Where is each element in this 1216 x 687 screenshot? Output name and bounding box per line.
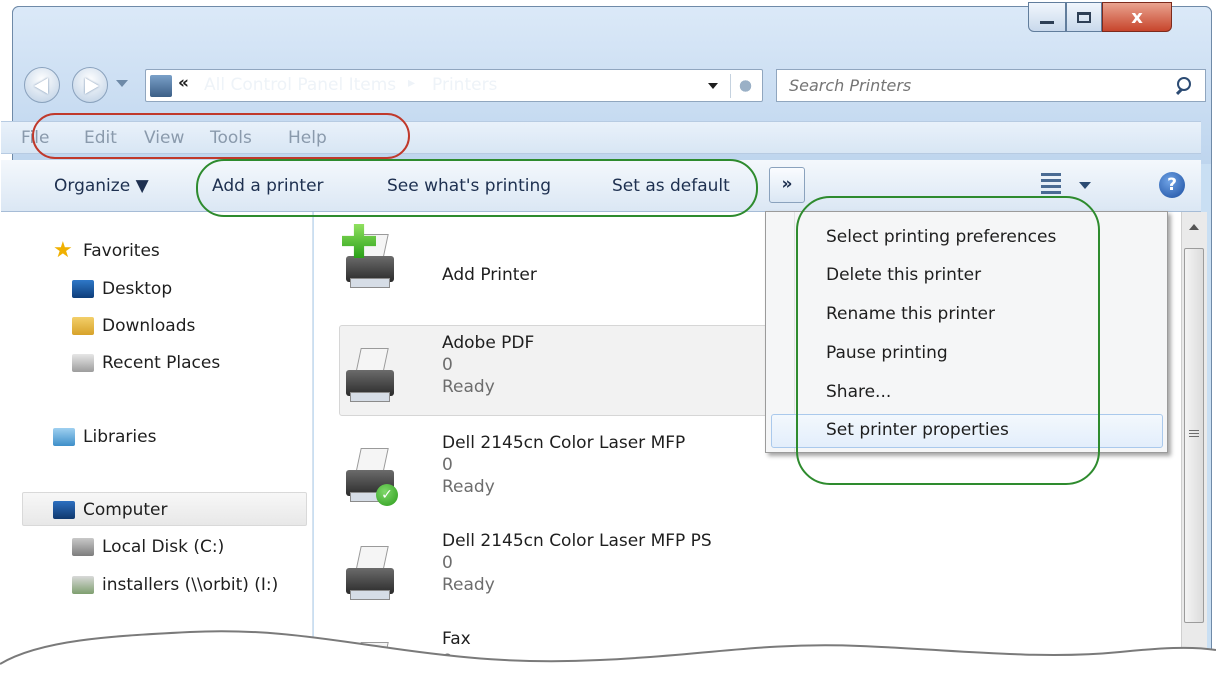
menu-edit[interactable]: Edit [84, 128, 117, 148]
organize-button[interactable]: Organize ▼ [54, 176, 149, 196]
printer-icon [346, 346, 396, 406]
address-bar[interactable]: « All Control Panel Items ▸ Printers [145, 69, 763, 102]
device-status: Ready [442, 377, 495, 397]
address-dropdown-icon[interactable] [708, 83, 718, 89]
device-jobs: 0 [442, 553, 453, 573]
scroll-up-icon[interactable] [1189, 224, 1199, 230]
computer-icon [53, 501, 75, 519]
minimize-button[interactable] [1028, 2, 1066, 32]
nav-favorites[interactable]: ★ Favorites [53, 238, 160, 263]
scroll-grip-icon [1189, 430, 1199, 438]
printer-icon: ✓ [346, 446, 398, 506]
arrow-right-icon [85, 78, 99, 94]
set-as-default-button[interactable]: Set as default [612, 176, 730, 196]
view-dropdown-icon[interactable] [1079, 182, 1091, 189]
libraries-icon [53, 428, 75, 446]
breadcrumb-separator[interactable]: ▸ [408, 75, 415, 91]
breadcrumb-overflow[interactable]: « [178, 73, 189, 93]
printers-folder-icon [150, 75, 172, 97]
more-commands-button[interactable]: » [769, 167, 805, 203]
nav-computer-label: Computer [83, 500, 168, 520]
nav-recent-label: Recent Places [102, 353, 221, 373]
menu-tools[interactable]: Tools [210, 128, 252, 148]
device-status: Ready [442, 575, 495, 595]
command-bar: Organize ▼ Add a printer See what's prin… [1, 160, 1201, 212]
change-view-icon[interactable] [1041, 173, 1061, 197]
nav-desktop[interactable]: Desktop [72, 279, 172, 299]
nav-recent-places[interactable]: Recent Places [72, 353, 220, 373]
downloads-folder-icon [72, 317, 94, 335]
nav-local-disk-label: Local Disk (C:) [102, 537, 225, 557]
fax-icon [346, 640, 396, 687]
device-name: Dell 2145cn Color Laser MFP PS [442, 531, 712, 551]
nav-network-drive[interactable]: installers (\\orbit) (I:) [72, 575, 278, 595]
menu-item-select-preferences[interactable]: Select printing preferences [826, 227, 1056, 247]
printer-dell-mfp-ps[interactable]: Dell 2145cn Color Laser MFP PS 0 Ready [442, 530, 712, 596]
menu-item-delete-printer[interactable]: Delete this printer [826, 265, 981, 285]
menu-item-pause-printing[interactable]: Pause printing [826, 343, 948, 363]
breadcrumb-printers[interactable]: Printers [432, 75, 497, 95]
star-icon: ★ [53, 238, 73, 263]
nav-local-disk[interactable]: Local Disk (C:) [72, 537, 224, 557]
device-name: Dell 2145cn Color Laser MFP [442, 433, 686, 453]
more-commands-menu: Select printing preferences Delete this … [765, 211, 1168, 453]
back-button[interactable] [24, 67, 60, 103]
search-icon-handle [1175, 87, 1184, 96]
nav-libraries[interactable]: Libraries [53, 427, 156, 447]
menu-help[interactable]: Help [288, 128, 327, 148]
device-name: Fax [442, 629, 471, 649]
forward-button[interactable] [72, 67, 108, 103]
adobe-pdf-selection[interactable] [339, 325, 769, 416]
close-button[interactable]: x [1102, 2, 1172, 32]
help-icon[interactable]: ? [1159, 172, 1185, 198]
default-check-icon: ✓ [376, 484, 398, 506]
printer-fax[interactable]: Fax 0 [442, 628, 471, 672]
device-jobs: 0 [442, 455, 453, 475]
add-printer-button[interactable]: Add a printer [212, 176, 324, 196]
printer-dell-mfp[interactable]: Dell 2145cn Color Laser MFP 0 Ready [442, 432, 685, 498]
nav-favorites-label: Favorites [83, 241, 160, 261]
nav-desktop-label: Desktop [102, 279, 173, 299]
printer-adobe-pdf[interactable]: Adobe PDF 0 Ready [442, 332, 534, 398]
add-printer-item[interactable]: Add Printer [442, 264, 537, 286]
menu-view[interactable]: View [144, 128, 184, 148]
nav-downloads-label: Downloads [102, 316, 196, 336]
arrow-left-icon [34, 78, 48, 94]
nav-computer[interactable]: Computer [53, 500, 168, 520]
close-icon: x [1131, 6, 1143, 28]
desktop-icon [72, 280, 94, 298]
nav-installers-label: installers (\\orbit) (I:) [102, 575, 279, 595]
breadcrumb-control-panel[interactable]: All Control Panel Items [204, 75, 396, 95]
menu-file[interactable]: File [21, 128, 49, 148]
refresh-icon[interactable] [730, 74, 760, 98]
menu-bar: File Edit View Tools Help [1, 121, 1201, 154]
recent-pages-dropdown[interactable] [116, 80, 128, 87]
see-whats-printing-button[interactable]: See what's printing [387, 176, 551, 196]
minimize-icon [1040, 20, 1054, 24]
search-input[interactable] [777, 70, 1167, 101]
recent-places-icon [72, 354, 94, 372]
menu-item-set-printer-properties[interactable]: Set printer properties [826, 420, 1009, 440]
device-jobs: 0 [442, 355, 453, 375]
printer-icon [346, 544, 396, 604]
menu-item-rename-printer[interactable]: Rename this printer [826, 304, 995, 324]
search-box[interactable] [776, 69, 1206, 102]
maximize-icon [1077, 11, 1091, 23]
device-status: Ready [442, 477, 495, 497]
local-disk-icon [72, 538, 94, 556]
nav-libraries-label: Libraries [83, 427, 157, 447]
add-printer-icon[interactable] [342, 224, 396, 292]
device-name: Add Printer [442, 265, 537, 285]
nav-downloads[interactable]: Downloads [72, 316, 195, 336]
vertical-scrollbar[interactable] [1181, 212, 1207, 687]
network-drive-icon [72, 576, 94, 594]
menu-item-share[interactable]: Share... [826, 382, 891, 402]
maximize-button[interactable] [1066, 2, 1102, 32]
device-name: Adobe PDF [442, 333, 535, 353]
device-jobs: 0 [442, 651, 453, 671]
